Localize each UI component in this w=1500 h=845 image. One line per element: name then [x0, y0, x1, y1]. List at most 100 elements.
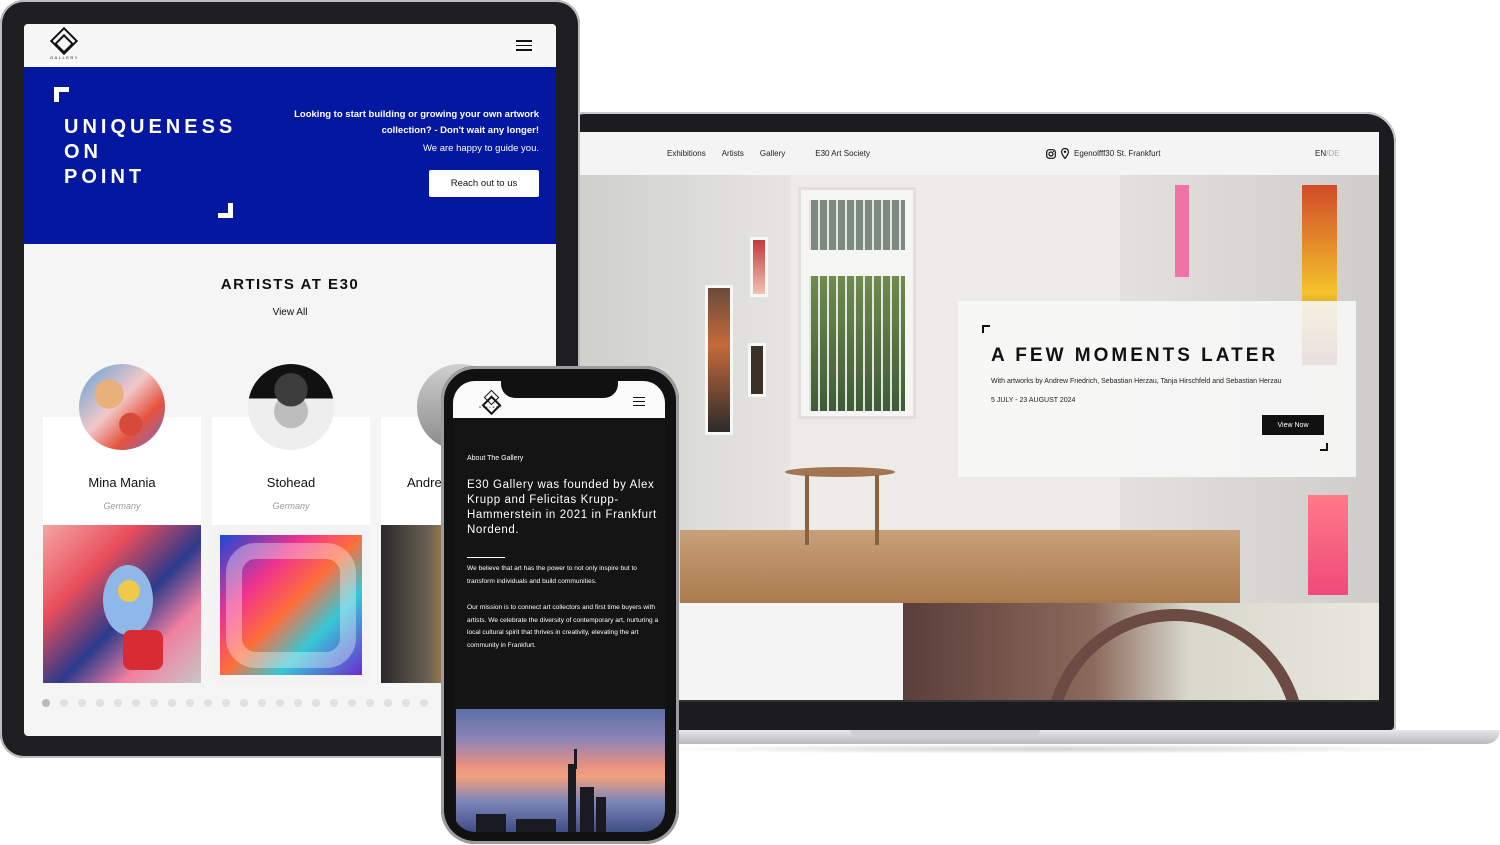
screen-edge	[580, 700, 1379, 702]
carousel-dot[interactable]	[294, 699, 302, 707]
window-bottom-pane	[809, 276, 905, 411]
skyline-tower	[476, 814, 506, 832]
hero-image: A FEW MOMENTS LATER With artworks by And…	[580, 175, 1379, 603]
artwork-shape	[123, 630, 163, 670]
artist-country: Germany	[103, 501, 141, 511]
gallery-floor	[680, 530, 1240, 603]
artist-avatar	[79, 364, 165, 450]
artists-section-title: ARTISTS AT E30	[220, 276, 360, 293]
carousel-dot[interactable]	[348, 699, 356, 707]
gallery-logo[interactable]: GALLERY	[50, 26, 79, 60]
carousel-dot[interactable]	[168, 699, 176, 707]
table-leg	[805, 475, 809, 545]
hero-title: UNIQUENESS ON POINT	[64, 115, 236, 190]
divider	[467, 557, 505, 558]
skyline-tower	[596, 797, 606, 832]
corner-bracket	[982, 325, 990, 333]
artist-avatar	[248, 364, 334, 450]
skyline-tower	[580, 787, 594, 832]
menu-icon[interactable]	[633, 397, 645, 406]
gallery-logo[interactable]: GALLERY	[479, 389, 503, 409]
artwork-4	[1175, 185, 1189, 277]
artist-card[interactable]: Mina Mania Germany	[43, 364, 201, 683]
laptop-shadow	[640, 744, 1460, 754]
gallery-window	[798, 187, 916, 419]
nav-address: Egenolfff30 St. Frankfurt	[1046, 148, 1160, 159]
menu-icon[interactable]	[516, 40, 532, 51]
artwork-3	[748, 343, 766, 397]
carousel-dot[interactable]	[42, 699, 50, 707]
skyline-image	[456, 709, 665, 832]
location-pin-icon	[1061, 148, 1069, 159]
corner-bracket	[218, 203, 233, 218]
hero-title-line: UNIQUENESS	[64, 116, 237, 138]
carousel-dot[interactable]	[366, 699, 374, 707]
laptop-screen: Exhibitions Artists Gallery E30 Art Soci…	[580, 132, 1379, 702]
view-all-link[interactable]: View All	[24, 307, 556, 318]
window-top-pane	[809, 200, 905, 250]
carousel-dot[interactable]	[96, 699, 104, 707]
carousel-dot[interactable]	[384, 699, 392, 707]
phone-screen: GALLERY About The Gallery E30 Gallery wa…	[453, 381, 665, 832]
address-text: Egenolfff30 St. Frankfurt	[1074, 149, 1161, 158]
exhibition-subtitle: With artworks by Andrew Friedrich, Sebas…	[991, 378, 1282, 385]
carousel-dot[interactable]	[402, 699, 410, 707]
carousel-dot[interactable]	[150, 699, 158, 707]
artist-card[interactable]: Stohead Germany	[212, 364, 370, 683]
lang-en[interactable]: EN	[1315, 149, 1326, 158]
artist-name: Mina Mania	[88, 475, 156, 490]
carousel-dot[interactable]	[132, 699, 140, 707]
language-switch: EN/DE	[1315, 149, 1339, 158]
carousel-dot[interactable]	[222, 699, 230, 707]
laptop-base	[600, 730, 1500, 744]
nav-artists[interactable]: Artists	[722, 149, 744, 158]
view-now-button[interactable]: View Now	[1262, 415, 1324, 435]
phone-notch	[501, 378, 618, 398]
table-leg	[875, 475, 879, 545]
hero-title-line: ON	[64, 141, 102, 163]
carousel-dot[interactable]	[330, 699, 338, 707]
nav-art-society[interactable]: E30 Art Society	[815, 149, 870, 158]
carousel-dot[interactable]	[276, 699, 284, 707]
logo-icon	[50, 26, 79, 56]
hero-text-line1: Looking to start building or growing you…	[294, 109, 539, 120]
corner-bracket	[1320, 443, 1328, 451]
carousel-dot[interactable]	[204, 699, 212, 707]
laptop-nav: Exhibitions Artists Gallery E30 Art Soci…	[580, 132, 1379, 175]
carousel-dot[interactable]	[312, 699, 320, 707]
lang-de[interactable]: DE	[1328, 149, 1339, 158]
about-paragraph-2: Our mission is to connect art collectors…	[467, 604, 659, 649]
carousel-dot[interactable]	[78, 699, 86, 707]
hero-text-line3: We are happy to guide you.	[422, 143, 539, 154]
carousel-dot[interactable]	[240, 699, 248, 707]
tablet-hero: UNIQUENESS ON POINT Looking to start bui…	[24, 67, 556, 244]
carousel-dot[interactable]	[114, 699, 122, 707]
carousel-dot[interactable]	[60, 699, 68, 707]
about-heading: E30 Gallery was founded by Alex Krupp an…	[467, 479, 657, 536]
tablet-header: GALLERY	[24, 24, 556, 67]
artwork-1	[705, 285, 733, 435]
carousel-dot[interactable]	[186, 699, 194, 707]
instagram-icon[interactable]	[1046, 148, 1056, 159]
laptop-base-notch	[850, 730, 1040, 737]
corner-bracket	[54, 87, 69, 102]
carousel-dot[interactable]	[258, 699, 266, 707]
skyline-tower	[568, 764, 576, 832]
skyline-tower	[516, 819, 556, 832]
carousel-dot[interactable]	[420, 699, 428, 707]
artwork-2	[750, 237, 768, 297]
logo-text: GALLERY	[50, 55, 79, 60]
window-bars	[809, 276, 905, 411]
exhibition-card: A FEW MOMENTS LATER With artworks by And…	[958, 301, 1356, 477]
nav-gallery[interactable]: Gallery	[760, 149, 785, 158]
hero-text-line2: collection? - Don't wait any longer!	[381, 125, 539, 136]
about-label: About The Gallery	[467, 455, 524, 462]
artist-name: Stohead	[266, 475, 316, 490]
nav-exhibitions[interactable]: Exhibitions	[667, 149, 706, 158]
logo-icon	[483, 389, 499, 406]
artwork-6	[1308, 495, 1348, 595]
skyline-tower	[574, 749, 577, 769]
artist-artwork	[212, 525, 370, 683]
reach-out-button[interactable]: Reach out to us	[429, 170, 539, 197]
artwork-shape	[118, 580, 140, 602]
